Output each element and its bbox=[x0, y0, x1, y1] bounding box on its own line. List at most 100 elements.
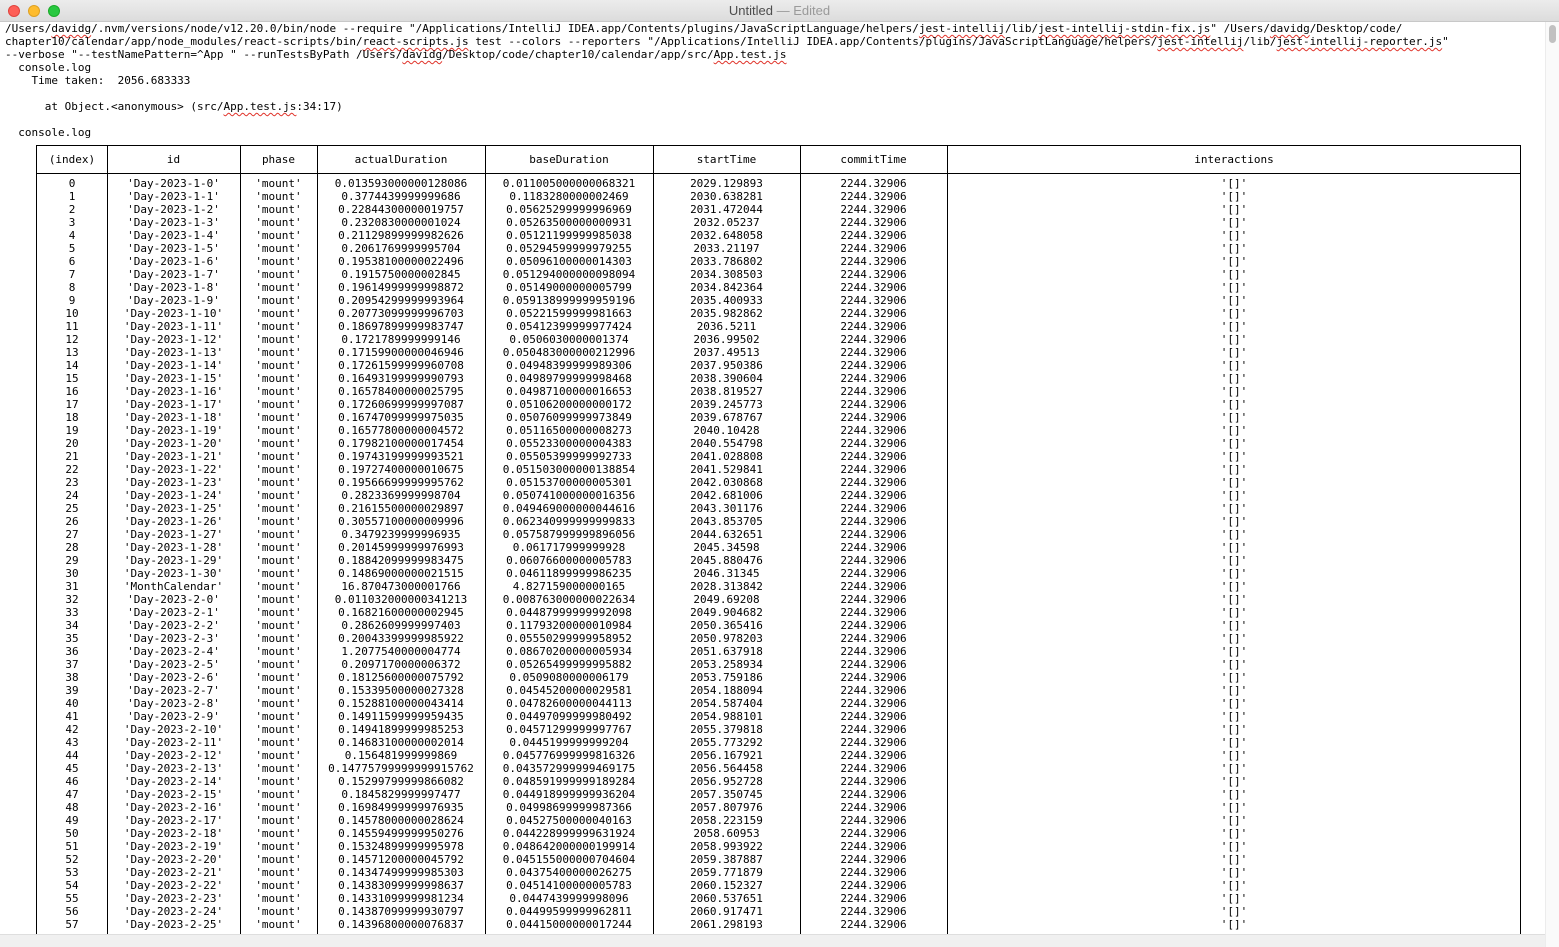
cell-interactions: '[]' bbox=[1220, 450, 1248, 463]
misspelled-word: jest-intellij-reporter.js bbox=[1276, 35, 1443, 48]
cell-index: 43 bbox=[65, 736, 79, 749]
cell-id: 'Day-2023-1-27' bbox=[123, 528, 224, 541]
console-text: test --colors --reporters "/Applications… bbox=[468, 35, 1158, 48]
cell-index: 56 bbox=[65, 905, 79, 918]
cell-phase: 'mount' bbox=[255, 320, 302, 333]
cell-start-time: 2036.5211 bbox=[696, 320, 757, 333]
cell-start-time: 2033.786802 bbox=[690, 255, 763, 268]
cell-id: 'Day-2023-2-3' bbox=[127, 632, 220, 645]
cell-commit-time: 2244.32906 bbox=[840, 697, 907, 710]
cell-actual-duration: 0.16493199999990793 bbox=[338, 372, 464, 385]
cell-id: 'Day-2023-1-5' bbox=[127, 242, 220, 255]
cell-phase: 'mount' bbox=[255, 788, 302, 801]
cell-actual-duration: 0.14911599999959435 bbox=[338, 710, 464, 723]
cell-base-duration: 0.0445199999999204 bbox=[509, 736, 629, 749]
cell-phase: 'mount' bbox=[255, 307, 302, 320]
cell-commit-time: 2244.32906 bbox=[840, 385, 907, 398]
cell-actual-duration: 0.15324899999995978 bbox=[338, 840, 464, 853]
cell-phase: 'mount' bbox=[255, 359, 302, 372]
cell-interactions: '[]' bbox=[1220, 307, 1248, 320]
cell-interactions: '[]' bbox=[1220, 814, 1248, 827]
cell-base-duration: 0.059138999999959196 bbox=[502, 294, 636, 307]
scrollbar-thumb[interactable] bbox=[1549, 25, 1556, 43]
cell-start-time: 2037.49513 bbox=[693, 346, 760, 359]
cell-start-time: 2058.993922 bbox=[690, 840, 763, 853]
console-text: console.log bbox=[5, 61, 92, 74]
cell-id: 'Day-2023-1-23' bbox=[123, 476, 224, 489]
cell-base-duration: 0.05265499999995882 bbox=[506, 658, 632, 671]
cell-actual-duration: 0.14571200000045792 bbox=[338, 853, 464, 866]
cell-id: 'Day-2023-2-5' bbox=[127, 658, 220, 671]
cell-commit-time: 2244.32906 bbox=[840, 190, 907, 203]
cell-commit-time: 2244.32906 bbox=[840, 593, 907, 606]
cell-commit-time: 2244.32906 bbox=[840, 580, 907, 593]
cell-phase: 'mount' bbox=[255, 853, 302, 866]
column-header-interactions: interactions bbox=[1194, 153, 1274, 166]
column-header-index: (index) bbox=[48, 153, 96, 166]
cell-actual-duration: 0.1845829999997477 bbox=[341, 788, 461, 801]
cell-phase: 'mount' bbox=[255, 580, 302, 593]
cell-interactions: '[]' bbox=[1220, 411, 1248, 424]
window-title-text: Untitled bbox=[728, 3, 773, 18]
cell-phase: 'mount' bbox=[255, 437, 302, 450]
cell-interactions: '[]' bbox=[1220, 528, 1248, 541]
cell-id: 'Day-2023-1-17' bbox=[123, 398, 224, 411]
cell-actual-duration: 0.30557100000009996 bbox=[338, 515, 464, 528]
console-text: /lib/ bbox=[1005, 22, 1039, 35]
cell-index: 1 bbox=[68, 190, 76, 203]
cell-actual-duration: 0.19727400000010675 bbox=[338, 463, 464, 476]
text-editor-area[interactable]: /Users/davidg/.nvm/versions/node/v12.20.… bbox=[0, 22, 1545, 947]
cell-base-duration: 0.051294000000098094 bbox=[502, 268, 636, 281]
cell-commit-time: 2244.32906 bbox=[840, 554, 907, 567]
console-text: " /Users/ bbox=[1210, 22, 1270, 35]
vertical-scrollbar[interactable] bbox=[1545, 22, 1559, 947]
cell-interactions: '[]' bbox=[1220, 710, 1248, 723]
cell-actual-duration: 0.15339500000027328 bbox=[338, 684, 464, 697]
cell-base-duration: 0.05221599999981663 bbox=[506, 307, 632, 320]
cell-start-time: 2034.308503 bbox=[690, 268, 763, 281]
cell-interactions: '[]' bbox=[1220, 476, 1248, 489]
cell-phase: 'mount' bbox=[255, 216, 302, 229]
cell-index: 32 bbox=[65, 593, 79, 606]
cell-id: 'Day-2023-1-0' bbox=[127, 177, 220, 190]
cell-start-time: 2028.313842 bbox=[690, 580, 763, 593]
cell-commit-time: 2244.32906 bbox=[840, 476, 907, 489]
cell-phase: 'mount' bbox=[255, 385, 302, 398]
cell-commit-time: 2244.32906 bbox=[840, 372, 907, 385]
cell-id: 'Day-2023-2-9' bbox=[127, 710, 220, 723]
cell-actual-duration: 0.1915750000002845 bbox=[341, 268, 461, 281]
cell-commit-time: 2244.32906 bbox=[840, 879, 907, 892]
cell-id: 'Day-2023-2-2' bbox=[127, 619, 220, 632]
cell-id: 'Day-2023-2-1' bbox=[127, 606, 220, 619]
cell-interactions: '[]' bbox=[1220, 255, 1248, 268]
cell-id: 'Day-2023-2-4' bbox=[127, 645, 220, 658]
cell-base-duration: 0.050741000000016356 bbox=[502, 489, 636, 502]
cell-actual-duration: 0.17159900000046946 bbox=[338, 346, 464, 359]
cell-base-duration: 0.04545200000029581 bbox=[506, 684, 632, 697]
cell-start-time: 2042.030868 bbox=[690, 476, 763, 489]
cell-phase: 'mount' bbox=[255, 801, 302, 814]
cell-id: 'Day-2023-2-16' bbox=[123, 801, 224, 814]
cell-commit-time: 2244.32906 bbox=[840, 528, 907, 541]
cell-start-time: 2029.129893 bbox=[690, 177, 763, 190]
cell-start-time: 2045.34598 bbox=[693, 541, 760, 554]
cell-index: 4 bbox=[68, 229, 76, 242]
console-text: --verbose "--testNamePattern=^App " --ru… bbox=[5, 48, 403, 61]
cell-start-time: 2039.678767 bbox=[690, 411, 763, 424]
cell-id: 'Day-2023-2-6' bbox=[127, 671, 220, 684]
cell-id: 'Day-2023-2-8' bbox=[127, 697, 220, 710]
cell-start-time: 2053.759186 bbox=[690, 671, 763, 684]
cell-phase: 'mount' bbox=[255, 450, 302, 463]
cell-base-duration: 0.04571299999997767 bbox=[506, 723, 632, 736]
cell-id: 'Day-2023-2-25' bbox=[123, 918, 224, 931]
cell-id: 'Day-2023-1-24' bbox=[123, 489, 224, 502]
cell-actual-duration: 0.20145999999976993 bbox=[338, 541, 464, 554]
cell-id: 'Day-2023-2-21' bbox=[123, 866, 224, 879]
cell-base-duration: 0.0509080000006179 bbox=[509, 671, 629, 684]
console-text: /Desktop/code/ bbox=[1309, 22, 1403, 35]
cell-index: 47 bbox=[65, 788, 79, 801]
cell-base-duration: 0.048591999999189284 bbox=[502, 775, 636, 788]
window-titlebar: Untitled — Edited bbox=[0, 0, 1559, 22]
cell-actual-duration: 0.19566699999995762 bbox=[338, 476, 464, 489]
cell-interactions: '[]' bbox=[1220, 827, 1248, 840]
